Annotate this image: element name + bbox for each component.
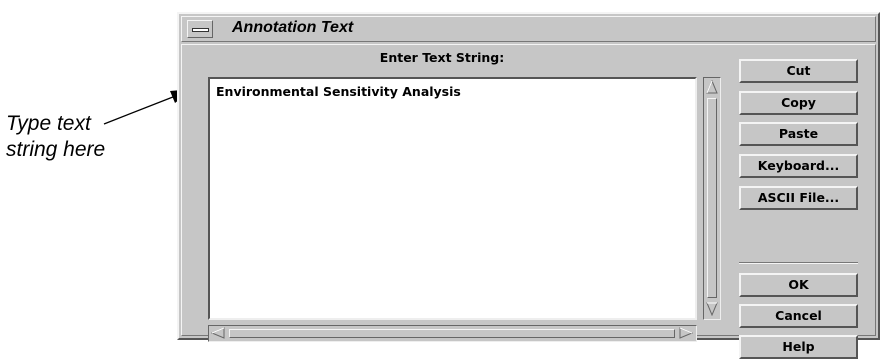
ascii-file-button[interactable]: ASCII File... [739,186,858,210]
vertical-scrollbar[interactable] [703,77,721,320]
text-string-value[interactable]: Environmental Sensitivity Analysis [216,84,461,99]
callout-line-1: Type text [6,112,91,135]
dialog-body: Enter Text String: Environmental Sensiti… [181,44,876,359]
scroll-right-arrow-icon[interactable] [679,327,693,340]
title-bar[interactable]: Annotation Text [181,16,876,42]
scroll-left-arrow-icon[interactable] [211,327,225,340]
prompt-label: Enter Text String: [379,50,505,65]
window-menu-icon[interactable] [187,20,213,38]
vertical-scroll-thumb[interactable] [707,98,717,298]
text-string-input[interactable]: Environmental Sensitivity Analysis [208,77,697,320]
keyboard-button[interactable]: Keyboard... [739,154,858,178]
copy-button[interactable]: Copy [739,91,858,115]
cancel-button[interactable]: Cancel [739,304,858,328]
cut-button[interactable]: Cut [739,59,858,83]
scroll-down-arrow-icon[interactable] [706,302,718,316]
annotation-text-dialog: Annotation Text Enter Text String: Envir… [177,12,880,359]
button-separator [739,262,858,264]
paste-button[interactable]: Paste [739,122,858,146]
scroll-up-arrow-icon[interactable] [706,80,718,94]
dialog-title: Annotation Text [232,19,354,36]
horizontal-scrollbar[interactable] [208,325,697,342]
horizontal-scroll-thumb[interactable] [229,329,675,338]
ok-button[interactable]: OK [739,273,858,297]
callout-line-2: string here [6,138,106,161]
callout-label: Type text string here [6,111,105,163]
